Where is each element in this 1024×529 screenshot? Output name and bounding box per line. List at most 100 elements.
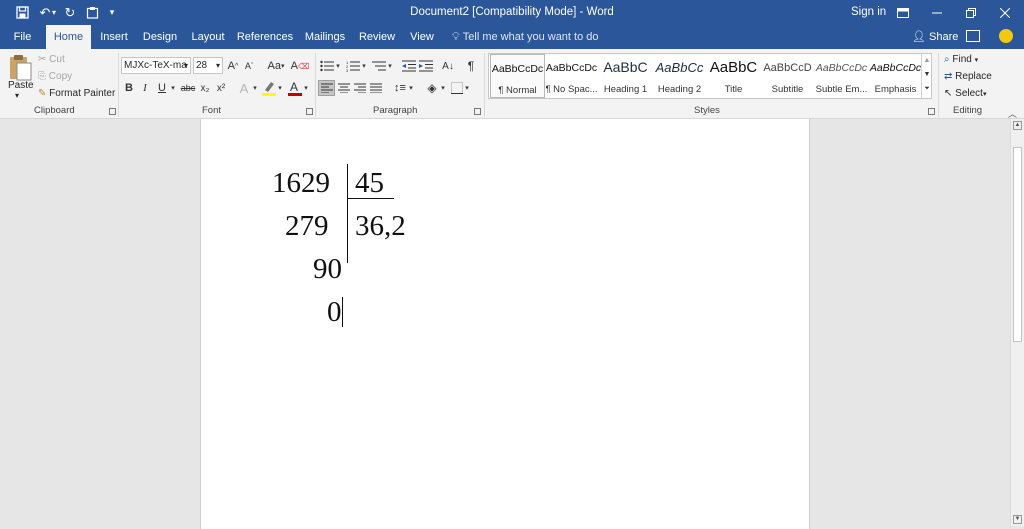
remainder-first: 279 <box>285 210 329 242</box>
tab-home[interactable]: Home <box>46 25 91 49</box>
tab-layout[interactable]: Layout <box>188 25 228 49</box>
increase-indent-icon[interactable] <box>418 58 434 74</box>
chevron-down-icon[interactable]: ▾ <box>303 80 309 96</box>
chevron-down-icon[interactable]: ▾ <box>252 80 258 96</box>
styles-dialog-launcher-icon[interactable] <box>928 108 935 115</box>
smiley-feedback-icon[interactable] <box>999 29 1013 43</box>
select-button[interactable]: ↖ Select▾ <box>944 88 986 99</box>
style-normal[interactable]: AaBbCcDc ¶ Normal <box>490 54 545 98</box>
show-formatting-marks-icon[interactable]: ¶ <box>464 58 478 74</box>
highlight-color-icon[interactable] <box>261 80 277 96</box>
text-effects-icon[interactable]: A <box>236 80 252 96</box>
paste-icon[interactable] <box>8 53 32 81</box>
styles-gallery: AaBbCcDc ¶ Normal AaBbCcDc ¶ No Spac... … <box>488 53 932 99</box>
styles-scroll-up-icon[interactable]: ▲ <box>922 54 932 68</box>
scroll-thumb[interactable] <box>1013 147 1022 342</box>
style-emphasis[interactable]: AaBbCcDc Emphasis <box>868 54 923 98</box>
shading-icon[interactable]: ◈ <box>424 80 440 96</box>
change-case-icon[interactable]: Aa ▾ <box>264 58 288 74</box>
tab-mailings[interactable]: Mailings <box>302 25 348 49</box>
decrease-indent-icon[interactable] <box>401 58 417 74</box>
format-painter-button[interactable]: ✎ Format Painter <box>38 88 115 99</box>
minimize-button[interactable] <box>920 0 954 25</box>
replace-label: Replace <box>955 71 992 82</box>
ribbon-tab-bar: File Home Insert Design Layout Reference… <box>0 25 1024 49</box>
replace-button[interactable]: ⇄ Replace <box>944 71 992 82</box>
restore-button[interactable] <box>954 0 988 25</box>
divisor: 45 <box>355 167 384 199</box>
font-name-combo[interactable]: MJXc-TeX-ma ▾ <box>121 57 191 74</box>
tab-file[interactable]: File <box>6 25 39 49</box>
share-button[interactable]: 👤︎ Share <box>912 25 958 49</box>
chevron-down-icon[interactable]: ▾ <box>170 80 176 96</box>
align-center-icon[interactable] <box>336 80 352 96</box>
bold-button[interactable]: B <box>123 80 135 96</box>
copy-button[interactable]: ⎘ Copy <box>38 71 72 82</box>
tab-references[interactable]: References <box>236 25 294 49</box>
tab-design[interactable]: Design <box>140 25 180 49</box>
find-button[interactable]: ⌕ Find ▾ <box>944 54 978 65</box>
style-heading-1[interactable]: AaBbC Heading 1 <box>598 54 653 98</box>
superscript-button[interactable]: x² <box>214 80 228 96</box>
chevron-down-icon[interactable]: ▾ <box>216 58 220 73</box>
strikethrough-button[interactable]: abc <box>180 80 196 96</box>
close-button[interactable] <box>988 0 1022 25</box>
multilevel-list-icon[interactable] <box>371 58 387 74</box>
styles-more-icon[interactable]: ⏷ <box>922 82 932 96</box>
comments-icon[interactable] <box>966 30 980 42</box>
style-heading-2[interactable]: AaBbCc Heading 2 <box>652 54 707 98</box>
scroll-up-icon[interactable]: ▲ <box>1013 121 1022 130</box>
document-page[interactable]: 1629 45 279 36,2 90 0 <box>200 119 810 529</box>
tell-me-text: Tell me what you want to do <box>462 31 599 43</box>
clipboard-dialog-launcher-icon[interactable] <box>109 108 116 115</box>
chevron-down-icon[interactable]: ▾ <box>184 58 188 73</box>
font-dialog-launcher-icon[interactable] <box>306 108 313 115</box>
align-left-icon[interactable] <box>318 80 335 96</box>
line-spacing-icon[interactable]: ↕≡ <box>392 80 408 96</box>
chevron-down-icon[interactable]: ▾ <box>975 57 979 64</box>
tab-review[interactable]: Review <box>356 25 398 49</box>
font-color-icon[interactable]: A <box>287 80 303 96</box>
chevron-down-icon[interactable]: ▾ <box>408 80 414 96</box>
chevron-down-icon[interactable]: ▾ <box>361 58 367 74</box>
align-right-icon[interactable] <box>352 80 368 96</box>
style-no-spacing[interactable]: AaBbCcDc ¶ No Spac... <box>544 54 599 98</box>
style-title[interactable]: AaBbC Title <box>706 54 761 98</box>
vertical-scrollbar[interactable]: ▲ ▼ <box>1010 119 1024 526</box>
sign-in-link[interactable]: Sign in <box>851 6 886 18</box>
style-subtitle[interactable]: AaBbCcD Subtitle <box>760 54 815 98</box>
ribbon-display-options-icon[interactable] <box>886 0 920 25</box>
paragraph-dialog-launcher-icon[interactable] <box>474 108 481 115</box>
font-size-combo[interactable]: 28 ▾ <box>193 57 223 74</box>
replace-icon: ⇄ <box>944 71 953 82</box>
styles-scroll-down-icon[interactable]: ▼ <box>922 68 932 82</box>
style-preview: AaBbCcDc <box>491 63 544 75</box>
tab-insert[interactable]: Insert <box>96 25 132 49</box>
chevron-down-icon[interactable]: ▾ <box>335 58 341 74</box>
subscript-button[interactable]: x₂ <box>198 80 212 96</box>
chevron-down-icon[interactable]: ▾ <box>440 80 446 96</box>
sort-icon[interactable]: A↓ <box>440 58 456 74</box>
grow-font-icon[interactable]: A ^ <box>226 58 240 74</box>
shrink-font-icon[interactable]: Aˇ <box>242 58 256 74</box>
bullets-icon[interactable] <box>319 58 335 74</box>
tell-me-search[interactable]: 💡︎ Tell me what you want to do <box>452 25 599 49</box>
chevron-down-icon[interactable]: ▾ <box>983 91 987 98</box>
tab-view[interactable]: View <box>406 25 438 49</box>
chevron-down-icon[interactable]: ▾ <box>277 80 283 96</box>
justify-icon[interactable] <box>368 80 384 96</box>
numbering-icon[interactable]: 123 <box>345 58 361 74</box>
clipboard-group-label: Clipboard <box>34 105 75 116</box>
paste-dropdown-icon[interactable]: ▾ <box>15 91 19 100</box>
style-subtle-emphasis[interactable]: AaBbCcDc Subtle Em... <box>814 54 869 98</box>
scroll-down-icon[interactable]: ▼ <box>1013 515 1022 524</box>
chevron-down-icon[interactable]: ▾ <box>464 80 470 96</box>
italic-button[interactable]: I <box>139 80 151 96</box>
brush-icon: ✎ <box>38 88 47 99</box>
chevron-down-icon[interactable]: ▾ <box>387 58 393 74</box>
paste-button[interactable]: Paste <box>8 80 34 91</box>
clear-formatting-icon[interactable]: A ⌫ <box>291 58 310 74</box>
borders-icon[interactable] <box>450 80 464 96</box>
cut-button[interactable]: ✂ Cut <box>38 54 65 65</box>
underline-button[interactable]: U <box>155 80 169 96</box>
